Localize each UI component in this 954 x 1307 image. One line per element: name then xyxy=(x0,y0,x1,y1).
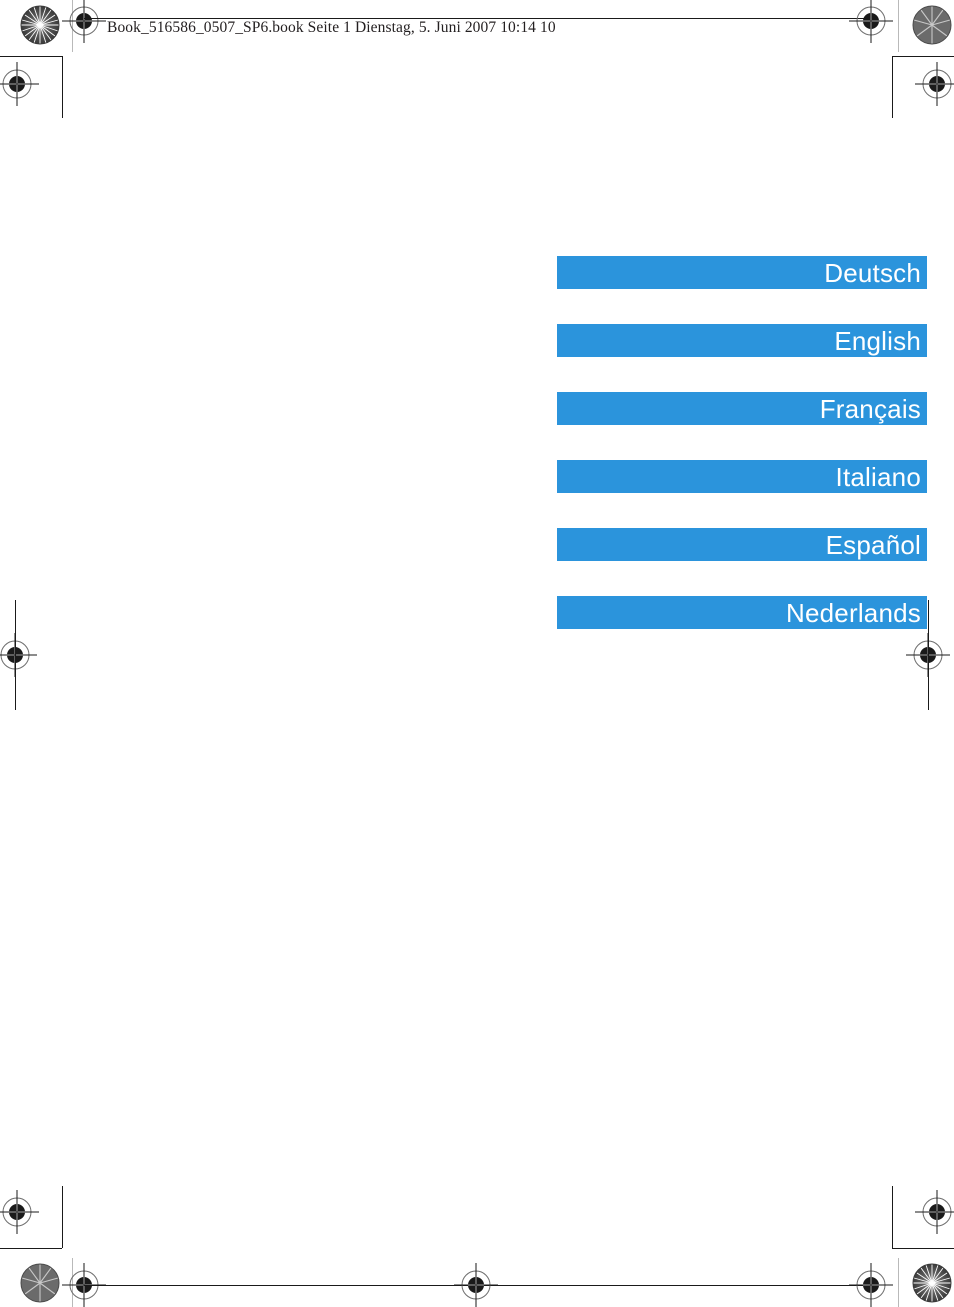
trim-mark-vertical xyxy=(62,1186,63,1248)
star-target-icon xyxy=(20,5,60,45)
registration-crosshair-icon xyxy=(454,1263,498,1307)
trim-mark-vertical xyxy=(892,1186,893,1248)
trim-mark-vertical xyxy=(892,56,893,118)
page-canvas: Book_516586_0507_SP6.book Seite 1 Dienst… xyxy=(0,0,954,1307)
language-label: Nederlands xyxy=(786,597,921,628)
language-bar-nederlands[interactable]: Nederlands xyxy=(557,596,927,629)
trim-mark-vertical xyxy=(15,600,16,710)
registration-crosshair-icon xyxy=(62,0,106,43)
language-label: Español xyxy=(825,529,921,560)
trim-mark-horizontal xyxy=(0,56,62,57)
trim-mark-vertical xyxy=(928,600,929,710)
registration-crosshair-icon xyxy=(0,62,39,106)
language-list: Deutsch English Français Italiano Españo… xyxy=(557,256,927,629)
crop-guide-line xyxy=(898,0,899,52)
header-note: Book_516586_0507_SP6.book Seite 1 Dienst… xyxy=(107,19,556,36)
registration-crosshair-icon xyxy=(915,62,954,106)
registration-crosshair-icon xyxy=(849,0,893,43)
registration-crosshair-icon xyxy=(0,1190,39,1234)
registration-crosshair-icon xyxy=(849,1263,893,1307)
star-target-icon xyxy=(912,1263,952,1303)
star-target-icon xyxy=(20,1263,60,1303)
language-label: English xyxy=(834,325,921,356)
crop-guide-line xyxy=(898,1258,899,1307)
trim-mark-vertical xyxy=(62,56,63,118)
trim-mark-horizontal xyxy=(0,1248,62,1249)
language-label: Français xyxy=(819,393,921,424)
language-bar-english[interactable]: English xyxy=(557,324,927,357)
language-bar-espanol[interactable]: Español xyxy=(557,528,927,561)
language-bar-italiano[interactable]: Italiano xyxy=(557,460,927,493)
star-target-icon xyxy=(912,5,952,45)
language-label: Italiano xyxy=(835,461,921,492)
language-bar-francais[interactable]: Français xyxy=(557,392,927,425)
registration-crosshair-icon xyxy=(915,1190,954,1234)
language-label: Deutsch xyxy=(824,257,921,288)
language-bar-deutsch[interactable]: Deutsch xyxy=(557,256,927,289)
trim-mark-horizontal xyxy=(892,1248,954,1249)
trim-mark-horizontal xyxy=(892,56,954,57)
registration-crosshair-icon xyxy=(0,633,37,677)
